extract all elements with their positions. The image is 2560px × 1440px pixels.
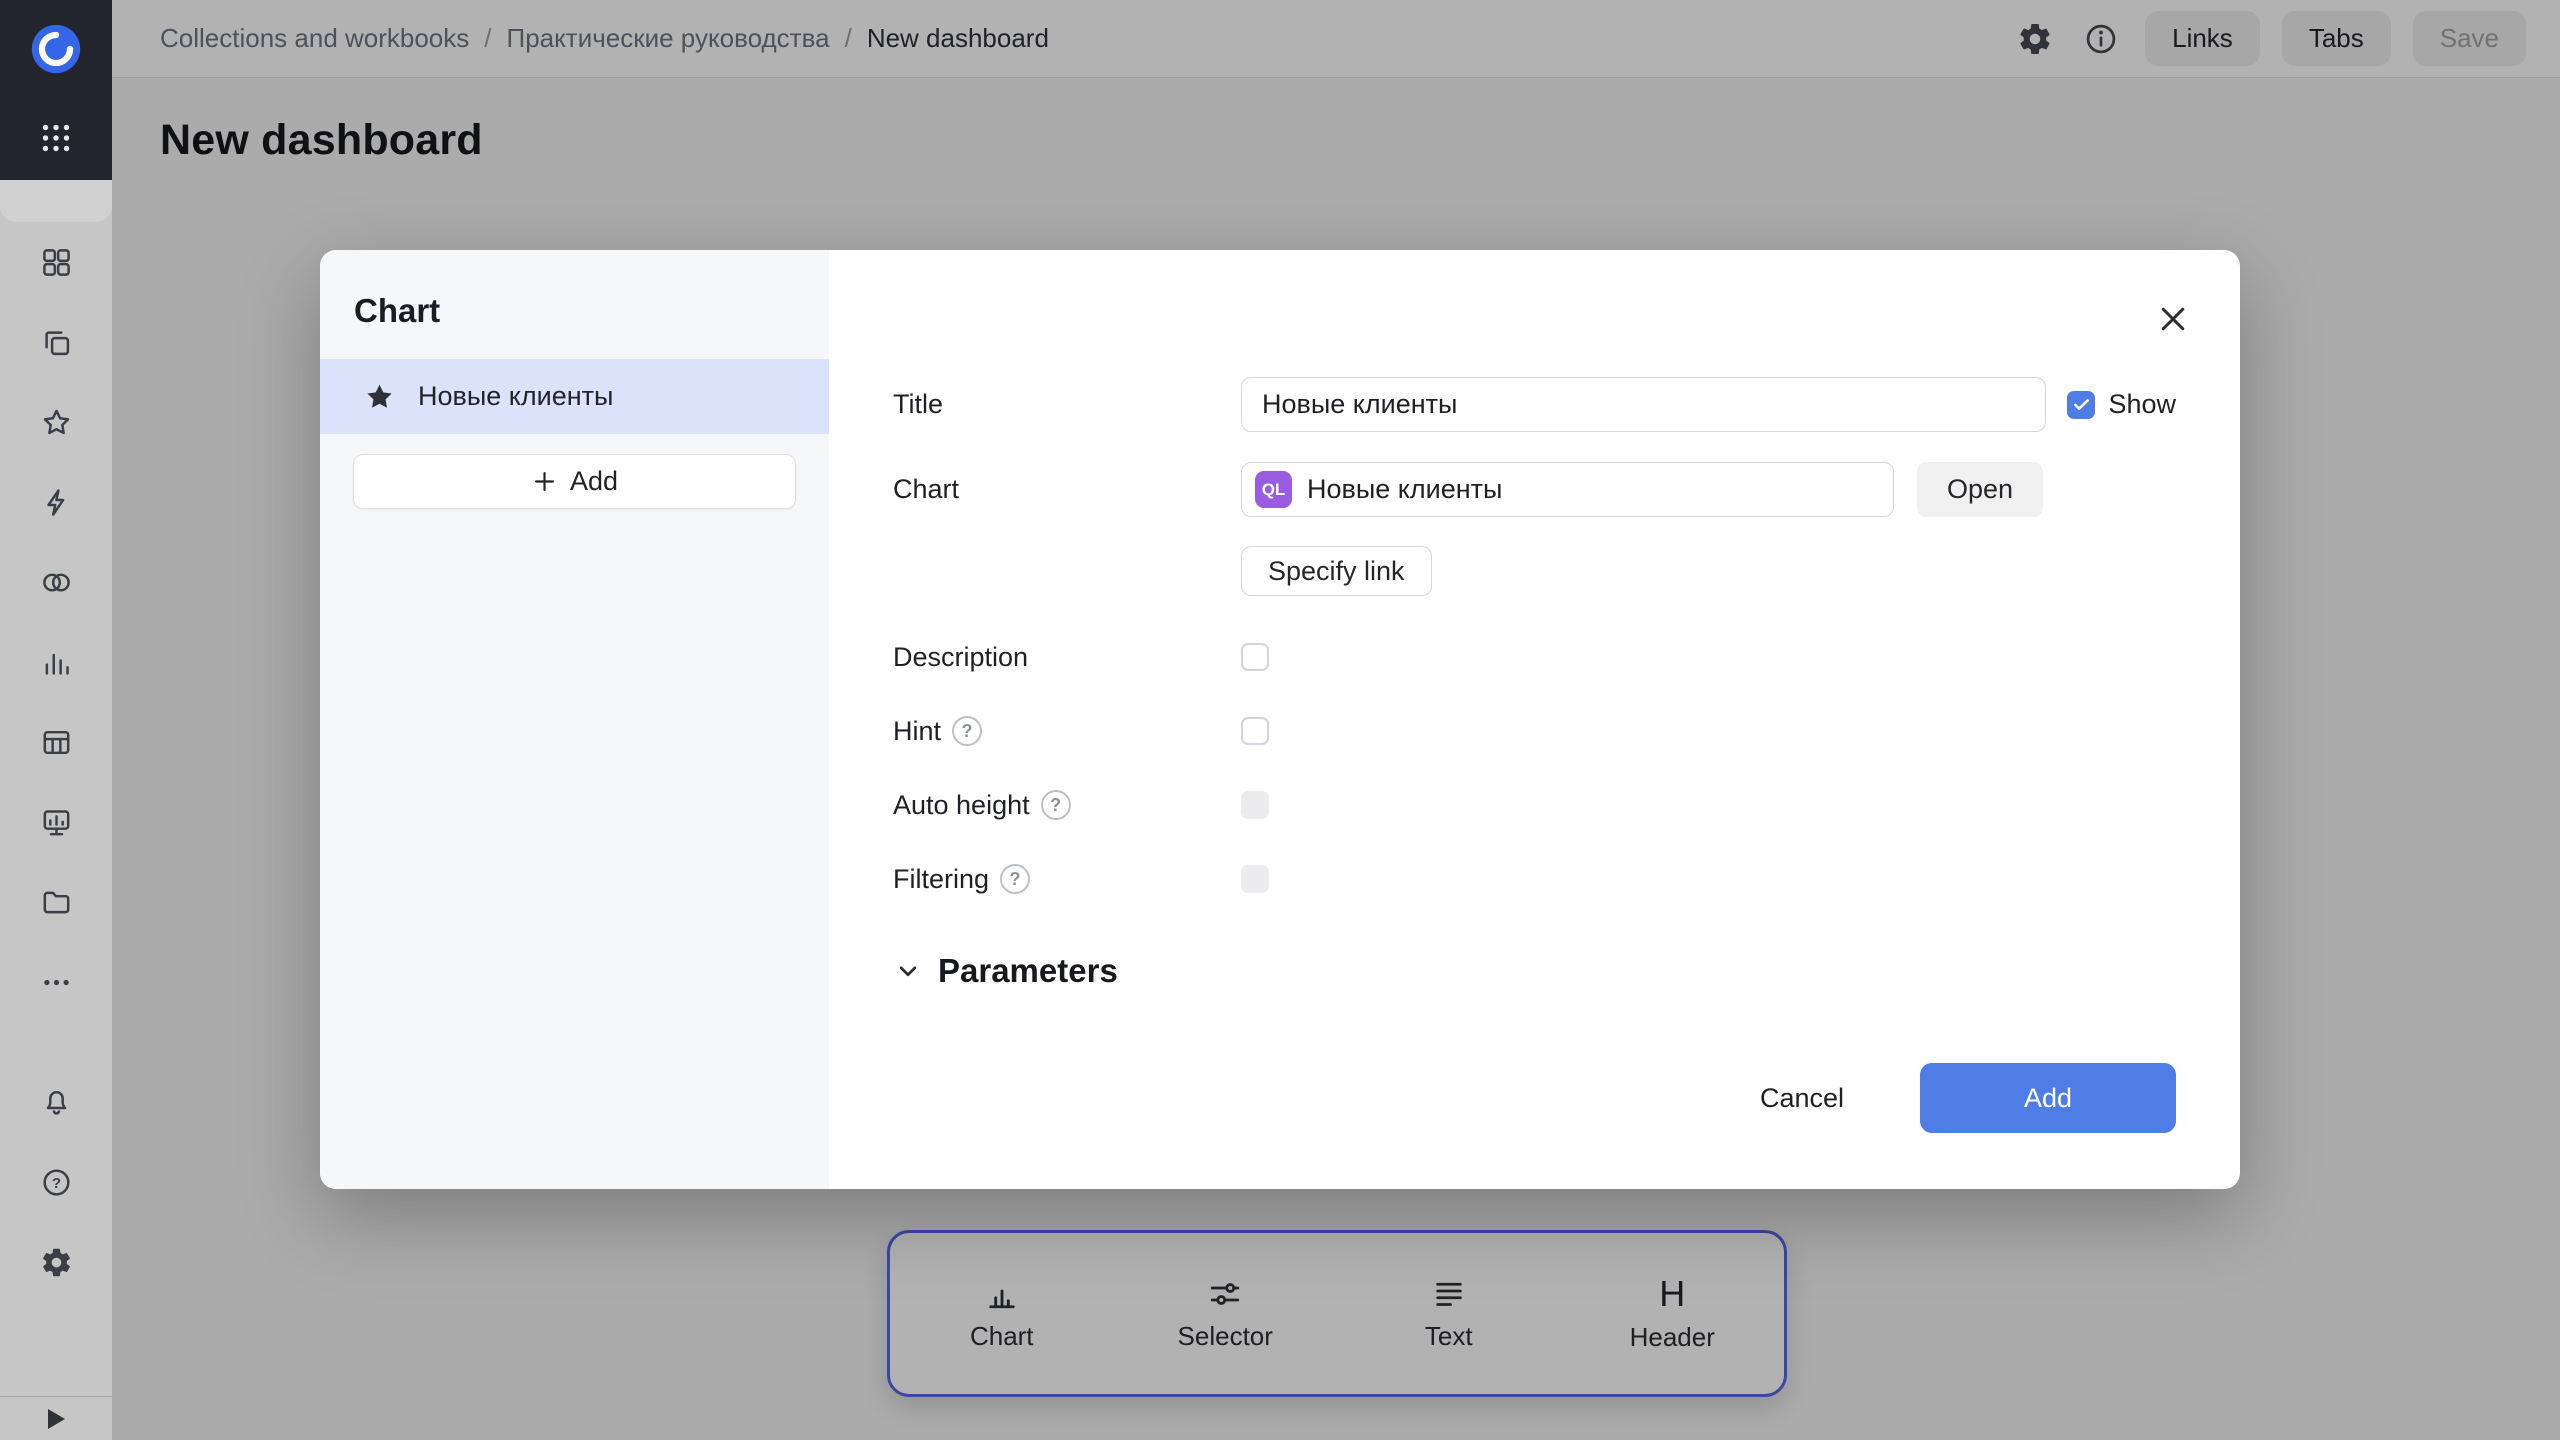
chevron-down-icon xyxy=(893,956,923,986)
sidebar-nav xyxy=(0,222,112,1022)
description-checkbox[interactable] xyxy=(1241,643,1269,671)
open-chart-button[interactable]: Open xyxy=(1917,462,2043,517)
settings-gear-icon[interactable] xyxy=(0,1222,112,1302)
dialog-add-button[interactable]: Add xyxy=(1920,1063,2176,1133)
hint-help-icon[interactable]: ? xyxy=(952,716,982,746)
parameters-toggle[interactable]: Parameters xyxy=(893,952,1118,990)
star-icon xyxy=(364,381,395,412)
hint-row: Hint ? xyxy=(893,714,2176,748)
folder-icon[interactable] xyxy=(0,862,112,942)
show-checkbox-label: Show xyxy=(2108,389,2176,420)
logo-block xyxy=(0,0,112,180)
show-checkbox-wrap[interactable]: Show xyxy=(2067,389,2176,420)
add-chart-button-label: Add xyxy=(570,466,618,497)
svg-text:?: ? xyxy=(51,1174,60,1191)
title-label: Title xyxy=(893,389,1241,420)
parameters-label: Parameters xyxy=(938,952,1118,990)
auto-height-label: Auto height xyxy=(893,790,1030,821)
sidebar-expand[interactable] xyxy=(0,1396,112,1440)
description-row: Description xyxy=(893,640,2176,674)
more-icon[interactable] xyxy=(0,942,112,1022)
hint-label-wrap: Hint ? xyxy=(893,716,1241,747)
description-label: Description xyxy=(893,642,1241,673)
chart-label: Chart xyxy=(893,474,1241,505)
filtering-help-icon[interactable]: ? xyxy=(1000,864,1030,894)
datasets-icon[interactable] xyxy=(0,542,112,622)
title-input[interactable] xyxy=(1241,377,2046,432)
chart-row: Chart QL Новые клиенты Open xyxy=(893,462,2176,517)
sidebar-bottom-nav: ? xyxy=(0,1062,112,1302)
dialog-left-panel: Chart Новые клиенты Add xyxy=(320,250,829,1189)
filtering-checkbox xyxy=(1241,865,1269,893)
chart-list-item-selected[interactable]: Новые клиенты xyxy=(320,359,829,434)
specify-link-button[interactable]: Specify link xyxy=(1241,546,1432,596)
chart-select-field[interactable]: QL Новые клиенты xyxy=(1241,462,1894,517)
ql-badge: QL xyxy=(1255,471,1292,508)
dialog-form: Title Show Chart QL Новые клиенты Open S… xyxy=(829,250,2240,1189)
show-checkbox[interactable] xyxy=(2067,391,2095,419)
chart-field-value: Новые клиенты xyxy=(1307,474,1502,505)
title-row: Title Show xyxy=(893,377,2176,432)
add-chart-button[interactable]: Add xyxy=(353,454,796,509)
table-icon[interactable] xyxy=(0,702,112,782)
plus-icon xyxy=(531,468,558,495)
notifications-bell-icon[interactable] xyxy=(0,1062,112,1142)
widgets-icon[interactable] xyxy=(0,222,112,302)
auto-height-checkbox xyxy=(1241,791,1269,819)
sidebar-cap xyxy=(0,180,112,222)
check-icon xyxy=(2071,394,2092,415)
favorites-star-icon[interactable] xyxy=(0,382,112,462)
chart-dialog: Chart Новые клиенты Add Title Show Chart xyxy=(320,250,2240,1189)
datalens-logo-icon[interactable] xyxy=(27,20,85,78)
filtering-label-wrap: Filtering ? xyxy=(893,864,1241,895)
filtering-label: Filtering xyxy=(893,864,989,895)
cancel-button[interactable]: Cancel xyxy=(1738,1063,1866,1133)
help-icon[interactable]: ? xyxy=(0,1142,112,1222)
auto-height-help-icon[interactable]: ? xyxy=(1041,790,1071,820)
expand-arrow-icon xyxy=(48,1409,65,1429)
dialog-panel-title: Chart xyxy=(354,292,829,330)
app-sidebar: ? xyxy=(0,0,112,1440)
editor-bolt-icon[interactable] xyxy=(0,462,112,542)
hint-label: Hint xyxy=(893,716,941,747)
auto-height-label-wrap: Auto height ? xyxy=(893,790,1241,821)
apps-grid-icon[interactable] xyxy=(38,120,74,156)
filtering-row: Filtering ? xyxy=(893,862,2176,896)
specify-link-row: Specify link xyxy=(893,546,2176,596)
chart-list-item-label: Новые клиенты xyxy=(418,381,613,412)
charts-icon[interactable] xyxy=(0,622,112,702)
presentation-icon[interactable] xyxy=(0,782,112,862)
auto-height-row: Auto height ? xyxy=(893,788,2176,822)
hint-checkbox[interactable] xyxy=(1241,717,1269,745)
collections-icon[interactable] xyxy=(0,302,112,382)
dialog-footer: Cancel Add xyxy=(1738,1063,2176,1133)
